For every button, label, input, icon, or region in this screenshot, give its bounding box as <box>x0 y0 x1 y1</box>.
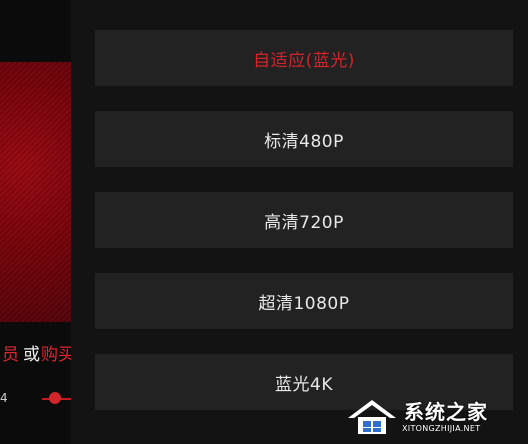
quality-option-label: 蓝光4K <box>275 374 333 395</box>
progress-handle[interactable] <box>49 392 61 404</box>
quality-option-1080p[interactable]: 超清1080P <box>95 273 513 329</box>
quality-option-label: 自适应(蓝光) <box>253 50 355 71</box>
quality-option-label: 超清1080P <box>258 293 350 314</box>
quality-option-adaptive[interactable]: 自适应(蓝光) <box>95 30 513 86</box>
quality-option-label: 标清480P <box>264 131 344 152</box>
quality-option-label: 高清720P <box>264 212 344 233</box>
promo-or-text: 或 <box>23 345 40 365</box>
promo-buy-text[interactable]: 购买 <box>41 340 71 365</box>
video-player-area[interactable]: 员 或 购买 4 <box>0 0 71 444</box>
quality-option-480p[interactable]: 标清480P <box>95 111 513 167</box>
watermark-title: 系统之家 <box>404 400 488 424</box>
current-time-label: 4 <box>0 391 8 405</box>
quality-option-720p[interactable]: 高清720P <box>95 192 513 248</box>
house-logo-icon <box>348 400 396 434</box>
promo-member-text[interactable]: 员 <box>2 340 19 365</box>
video-frame <box>0 62 71 322</box>
site-watermark: 系统之家 XITONGZHIJIA.NET <box>344 394 524 440</box>
quality-selection-panel: 自适应(蓝光) 标清480P 高清720P 超清1080P 蓝光4K <box>71 0 528 444</box>
watermark-url: XITONGZHIJIA.NET <box>402 424 481 433</box>
